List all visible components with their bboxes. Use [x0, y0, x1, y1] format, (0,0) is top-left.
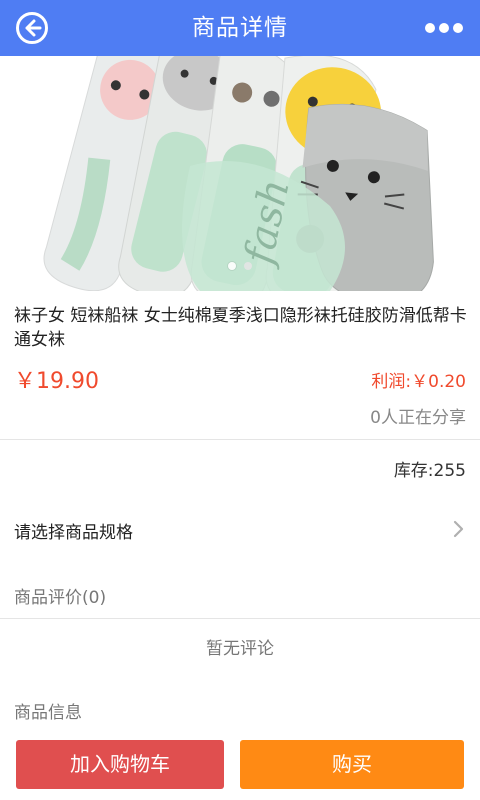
carousel-dot[interactable] — [244, 262, 252, 270]
page-title: 商品详情 — [192, 15, 288, 41]
carousel-indicator — [0, 262, 480, 274]
product-info-title: 商品信息 — [14, 703, 82, 723]
product-price: ￥19.90 — [14, 369, 99, 394]
more-button[interactable] — [422, 8, 466, 48]
product-title: 袜子女 短袜船袜 女士纯棉夏季浅口隐形袜托硅胶防滑低帮卡通女袜 — [14, 306, 467, 350]
no-reviews-text: 暂无评论 — [206, 639, 274, 659]
product-profit: 利润:￥0.20 — [371, 372, 466, 392]
divider — [0, 439, 480, 440]
product-image-carousel[interactable]: fash — [0, 56, 480, 291]
product-photo: fash — [0, 56, 480, 291]
select-spec-row[interactable]: 请选择商品规格 — [0, 500, 480, 560]
add-to-cart-button[interactable]: 加入购物车 — [16, 740, 224, 789]
carousel-dot-active[interactable] — [228, 262, 236, 270]
more-dots-icon — [425, 23, 463, 33]
select-spec-label: 请选择商品规格 — [14, 523, 133, 543]
reviews-title[interactable]: 商品评价(0) — [14, 583, 106, 608]
top-bar: 商品详情 — [0, 0, 480, 56]
stock-count: 库存:255 — [393, 461, 466, 481]
chevron-right-icon — [453, 520, 464, 538]
buy-button[interactable]: 购买 — [240, 740, 464, 789]
share-count: 0人正在分享 — [370, 408, 466, 428]
divider — [0, 618, 480, 619]
